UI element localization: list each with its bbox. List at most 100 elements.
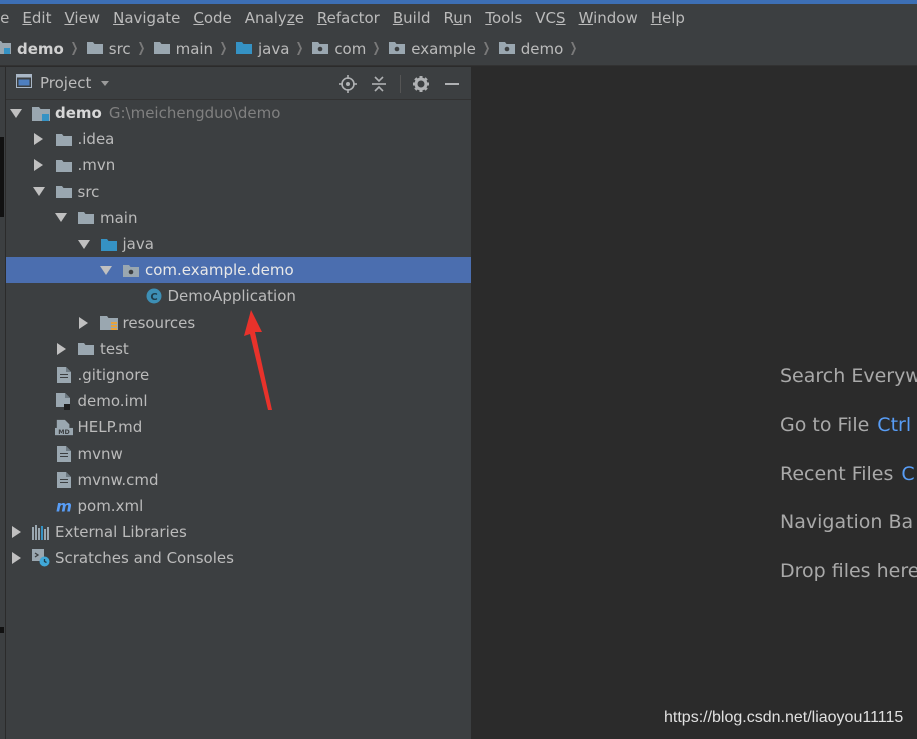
menu-item-text: ode [203,9,232,27]
menu-item[interactable]: View [64,9,100,27]
menu-item-text: VC [535,9,557,27]
menu-item[interactable]: Navigate [113,9,180,27]
menu-item[interactable]: Refactor [317,9,380,27]
menu-item-text: ools [491,9,523,27]
menu-item[interactable]: Help [651,9,685,27]
svg-text:C: C [150,292,157,303]
tree-node[interactable]: mvnw.cmd [6,467,471,493]
hide-panel-icon[interactable] [441,73,463,95]
tree-node[interactable]: mvnw [6,441,471,467]
tree-node[interactable]: External Libraries [6,519,471,545]
tool-strip-marker [0,627,4,633]
menu-item[interactable]: Run [444,9,473,27]
class-icon: C [145,288,163,304]
chevron-right-icon[interactable] [33,159,45,172]
chevron-down-icon[interactable] [32,186,45,198]
folder-icon [55,157,73,173]
locate-icon[interactable] [337,73,359,95]
menu-item[interactable]: Tools [485,9,522,27]
menu-mnemonic: N [113,9,125,27]
collapse-all-icon[interactable] [368,73,390,95]
scratches-icon [32,549,50,567]
menu-item[interactable]: le [0,9,9,27]
breadcrumb-label: example [411,39,476,58]
breadcrumb-item[interactable]: src ❯ [86,39,154,58]
tree-node-label: .gitignore [77,366,150,384]
breadcrumb-label: java [257,39,290,58]
tree-node-label: .mvn [77,156,116,175]
tree-node[interactable]: com.example.demo [6,257,471,284]
tree-node[interactable]: .gitignore [6,362,471,388]
tree-node[interactable]: test [6,336,471,362]
editor-hint: Go to File Ctrl [780,414,911,436]
chevron-right-icon[interactable] [10,552,22,565]
chevron-right-icon[interactable] [10,526,22,539]
menu-item-text: indow [593,9,638,27]
tree-node-label: .idea [77,130,115,149]
tree-node[interactable]: resources [6,310,471,336]
menu-bar: le Edit View Navigate Code Analyze Refactor Bui… [0,4,917,32]
iml-file-icon [55,392,73,410]
chevron-right-icon[interactable] [78,316,90,329]
folder-icon [0,40,11,58]
chevron-right-icon: ❯ [219,41,228,56]
tree-node[interactable]: src [6,179,471,205]
chevron-down-icon[interactable] [77,238,90,250]
menu-item[interactable]: Edit [22,9,51,27]
breadcrumb-item[interactable]: demo ❯ [0,40,87,58]
chevron-right-icon: ❯ [70,41,79,56]
tree-node[interactable]: MD HELP.md [6,414,471,440]
folder-icon [389,40,406,58]
tree-node[interactable]: demo.iml [6,388,471,414]
resources-folder-icon [99,315,118,331]
menu-mnemonic: R [316,9,327,27]
tree-node-label: DemoApplication [167,287,296,306]
folder-icon [153,40,170,58]
menu-item[interactable]: Code [193,9,231,27]
breadcrumb-label: src [108,39,131,58]
breadcrumb-item[interactable]: com ❯ [312,40,389,58]
tree-node[interactable]: C DemoApplication [6,283,471,309]
breadcrumb-item[interactable]: java ❯ [235,39,312,58]
menu-item[interactable]: Analyze [245,9,304,27]
breadcrumb-item[interactable]: main ❯ [153,39,236,58]
markdown-file-icon: MD [54,419,73,436]
breadcrumb-item[interactable]: demo ❯ [498,40,586,58]
menu-item-text: Analy [244,9,287,27]
tool-strip-marker [0,137,4,217]
breadcrumb-label: main [175,39,214,58]
chevron-down-icon[interactable] [55,212,67,224]
module-path: G:\meichengduo\demo [108,104,281,122]
tree-node-label: main [100,208,138,227]
menu-item[interactable]: Window [579,9,638,27]
chevron-right-icon[interactable] [55,342,67,355]
chevron-down-icon[interactable] [100,264,112,276]
gear-icon[interactable] [410,73,432,95]
editor-empty-area[interactable]: Search Everyw Go to File Ctrl Recent Files C… [473,67,917,739]
breadcrumb-label: com [334,39,367,58]
chevron-down-icon[interactable] [101,80,110,86]
watermark-text: https://blog.csdn.net/liaoyou11115 [664,709,904,726]
menu-item[interactable]: VCS [535,9,565,27]
libraries-icon [32,524,50,540]
menu-mnemonic: T [485,9,492,27]
tree-node[interactable]: m pom.xml [6,493,471,519]
menu-item-text: uild [403,9,431,27]
menu-item[interactable]: Build [393,9,431,27]
tree-node[interactable]: Scratches and Consoles [6,545,471,571]
tree-node[interactable]: .mvn [6,152,471,178]
project-view-selector[interactable]: Project [40,74,91,92]
tree-node[interactable]: main [6,205,471,231]
folder-icon [235,40,252,58]
editor-hint-text: Recent Files [780,463,894,485]
chevron-down-icon[interactable] [10,107,22,119]
tree-node[interactable]: demo G:\meichengduo\demo [6,100,471,126]
tree-node[interactable]: java [6,231,471,257]
breadcrumb-item[interactable]: example ❯ [389,40,498,58]
menu-mnemonic: u [453,9,463,27]
breadcrumb-label: demo [17,39,64,58]
folder-icon [312,40,329,58]
tree-node[interactable]: .idea [6,126,471,152]
chevron-right-icon[interactable] [33,133,45,146]
menu-item-text: dit [31,9,52,27]
